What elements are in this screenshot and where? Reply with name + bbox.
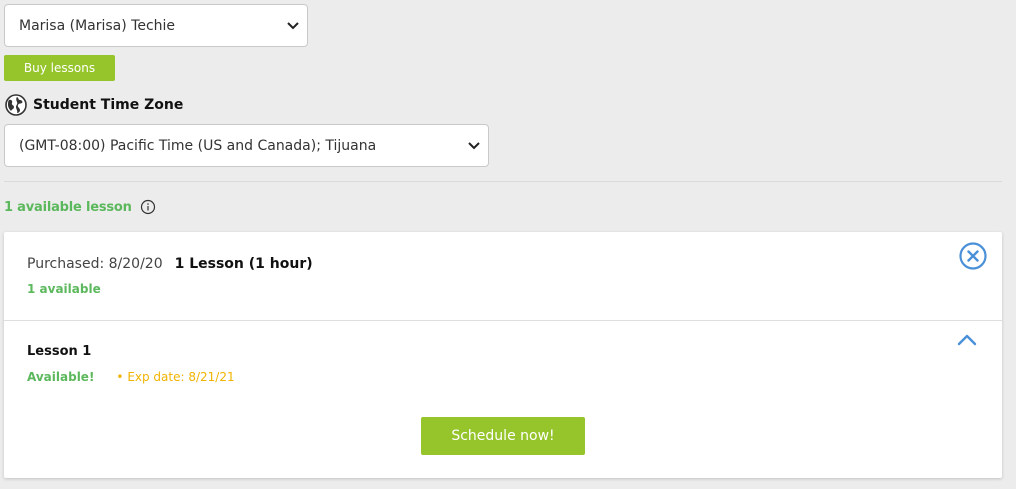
chevron-down-icon — [468, 141, 480, 149]
package-title: 1 Lesson (1 hour) — [174, 256, 313, 272]
lesson-title: Lesson 1 — [27, 344, 92, 359]
timezone-label-text: Student Time Zone — [33, 97, 184, 113]
purchased-date: Purchased: 8/20/20 — [27, 256, 163, 272]
card-divider — [4, 320, 1002, 321]
package-card: Purchased: 8/20/20 1 Lesson (1 hour) 1 a… — [4, 232, 1002, 478]
chevron-down-icon — [287, 21, 299, 29]
timezone-label: Student Time Zone — [5, 93, 183, 117]
divider — [4, 181, 1002, 182]
availability-summary: 1 available lesson — [4, 196, 156, 218]
lesson-status-row: Available! • Exp date: 8/21/21 — [27, 370, 235, 384]
chevron-up-icon[interactable] — [956, 332, 978, 348]
globe-icon — [5, 94, 27, 116]
buy-lessons-button[interactable]: Buy lessons — [4, 55, 115, 81]
schedule-now-button[interactable]: Schedule now! — [421, 417, 585, 455]
lesson-expiry: • Exp date: 8/21/21 — [116, 370, 235, 384]
student-select[interactable]: Marisa (Marisa) Techie — [4, 4, 308, 47]
timezone-select[interactable]: (GMT-08:00) Pacific Time (US and Canada)… — [4, 124, 489, 167]
availability-summary-text: 1 available lesson — [4, 199, 132, 215]
info-icon[interactable] — [140, 199, 156, 215]
package-available-count: 1 available — [27, 282, 101, 296]
close-circle-icon[interactable] — [958, 241, 988, 271]
timezone-select-value: (GMT-08:00) Pacific Time (US and Canada)… — [19, 137, 377, 154]
student-select-value: Marisa (Marisa) Techie — [19, 17, 176, 34]
lesson-status: Available! — [27, 370, 95, 384]
package-header: Purchased: 8/20/20 1 Lesson (1 hour) — [27, 256, 313, 272]
schedule-now-label: Schedule now! — [451, 428, 555, 444]
buy-lessons-label: Buy lessons — [23, 61, 96, 75]
